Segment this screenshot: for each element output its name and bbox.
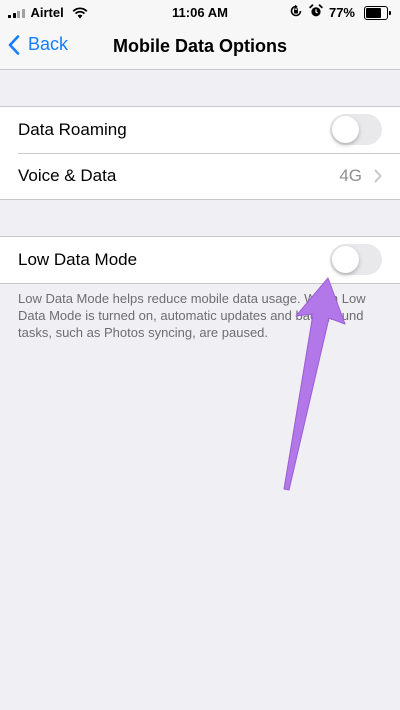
toggle-knob bbox=[332, 116, 359, 143]
battery-icon bbox=[364, 5, 391, 20]
low-data-mode-label: Low Data Mode bbox=[18, 250, 138, 269]
low-data-mode-row: Low Data Mode bbox=[0, 237, 400, 283]
page-title: Mobile Data Options bbox=[112, 36, 287, 56]
status-bar: Airtel 11:06 AM 77% bbox=[0, 0, 400, 26]
voice-and-data-value: 4G bbox=[339, 166, 362, 185]
low-data-mode-description: Low Data Mode helps reduce mobile data u… bbox=[18, 291, 366, 340]
status-right: 77% bbox=[289, 4, 391, 21]
alarm-icon bbox=[309, 4, 323, 21]
settings-group-low-data: Low Data Mode bbox=[0, 236, 400, 284]
voice-and-data-row[interactable]: Voice & Data 4G bbox=[0, 153, 400, 199]
orientation-lock-icon bbox=[289, 4, 303, 21]
voice-and-data-label: Voice & Data bbox=[18, 166, 117, 185]
settings-group-mobile-data: Data Roaming Voice & Data 4G bbox=[0, 106, 400, 200]
low-data-mode-toggle[interactable] bbox=[330, 244, 382, 275]
chevron-right-icon bbox=[374, 169, 382, 183]
data-roaming-toggle[interactable] bbox=[330, 114, 382, 145]
toggle-knob bbox=[332, 246, 359, 273]
navigation-bar: Back Mobile Data Options bbox=[0, 26, 400, 70]
data-roaming-row: Data Roaming bbox=[0, 107, 400, 153]
data-roaming-label: Data Roaming bbox=[18, 120, 127, 139]
battery-percent: 77% bbox=[328, 5, 355, 20]
